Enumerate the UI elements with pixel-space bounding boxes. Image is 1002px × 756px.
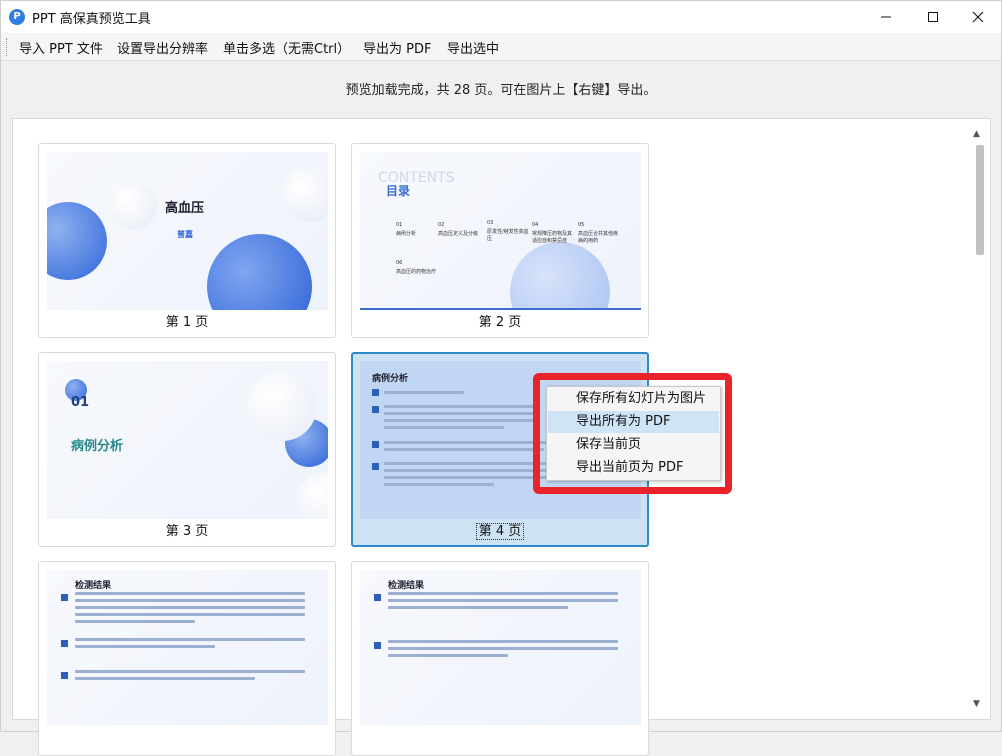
- slide-subtitle: 普嘉: [177, 230, 193, 239]
- slides-panel[interactable]: 高血压 普嘉 第 1 页 CONTENTS 目录 01 病例分析 02 高血压定…: [12, 118, 991, 756]
- close-button[interactable]: [955, 1, 1001, 33]
- context-menu: 保存所有幻灯片为图片 导出所有为 PDF 保存当前页 导出当前页为 PDF: [546, 386, 721, 481]
- slide-title: 病例分析: [71, 439, 124, 454]
- window-title: PPT 高保真预览工具: [32, 12, 151, 27]
- ctx-save-all-images[interactable]: 保存所有幻灯片为图片: [548, 388, 719, 410]
- multiselect-toggle[interactable]: 单击多选（无需Ctrl）: [223, 38, 350, 57]
- app-logo-icon: P: [9, 9, 25, 25]
- app-window: P PPT 高保真预览工具 导入 PPT 文件 设置导出分辨率 单击多选（无需C…: [0, 0, 1002, 756]
- ctx-export-all-pdf[interactable]: 导出所有为 PDF: [548, 411, 719, 433]
- slide-card-5[interactable]: 检测结果: [38, 561, 336, 756]
- maximize-button[interactable]: [910, 1, 956, 33]
- slide-title: 高血压: [165, 201, 205, 216]
- export-pdf-button[interactable]: 导出为 PDF: [363, 38, 431, 57]
- slide-title: 目录: [386, 184, 411, 198]
- slide-title: 病例分析: [372, 374, 409, 384]
- close-icon: [972, 11, 984, 23]
- slide-title: 检测结果: [75, 581, 112, 591]
- ctx-save-current[interactable]: 保存当前页: [548, 434, 719, 456]
- slide-card-3[interactable]: 01 病例分析 第 3 页: [38, 352, 336, 547]
- scroll-down-icon[interactable]: ▼: [973, 699, 980, 709]
- minimize-button[interactable]: [863, 1, 909, 33]
- minimize-icon: [881, 16, 891, 18]
- slide-card-2[interactable]: CONTENTS 目录 01 病例分析 02 高血压定义及分级 03 原发性/继…: [351, 143, 649, 338]
- slide-label: 第 1 页: [165, 315, 209, 330]
- import-ppt-button[interactable]: 导入 PPT 文件: [19, 38, 103, 57]
- slide-card-6[interactable]: 检测结果: [351, 561, 649, 756]
- toolbar: 导入 PPT 文件 设置导出分辨率 单击多选（无需Ctrl） 导出为 PDF 导…: [1, 33, 1001, 61]
- slide-thumbnail[interactable]: 检测结果: [47, 570, 328, 725]
- slide-card-1[interactable]: 高血压 普嘉 第 1 页: [38, 143, 336, 338]
- title-bar: P PPT 高保真预览工具: [1, 1, 1001, 33]
- scroll-up-icon[interactable]: ▲: [973, 129, 980, 139]
- slide-label: 第 4 页: [353, 520, 647, 540]
- slide-thumbnail[interactable]: 01 病例分析: [47, 361, 328, 519]
- slide-label: 第 2 页: [478, 315, 522, 330]
- vertical-scrollbar[interactable]: ▲ ▼: [968, 119, 990, 719]
- slide-title: 检测结果: [388, 581, 425, 591]
- slide-thumbnail[interactable]: CONTENTS 目录 01 病例分析 02 高血压定义及分级 03 原发性/继…: [360, 152, 641, 310]
- slide-label: 第 3 页: [165, 524, 209, 539]
- slide-thumbnail[interactable]: 检测结果: [360, 570, 641, 725]
- scrollbar-thumb[interactable]: [976, 145, 984, 255]
- set-resolution-button[interactable]: 设置导出分辨率: [117, 38, 208, 57]
- export-selected-button[interactable]: 导出选中: [447, 38, 499, 57]
- toolbar-grip[interactable]: [6, 38, 9, 56]
- status-text: 预览加载完成，共 28 页。可在图片上【右键】导出。: [345, 83, 657, 98]
- slide-number: 01: [71, 395, 90, 410]
- ctx-export-current-pdf[interactable]: 导出当前页为 PDF: [548, 457, 719, 479]
- maximize-icon: [928, 12, 938, 22]
- slide-thumbnail[interactable]: 高血压 普嘉: [47, 152, 328, 310]
